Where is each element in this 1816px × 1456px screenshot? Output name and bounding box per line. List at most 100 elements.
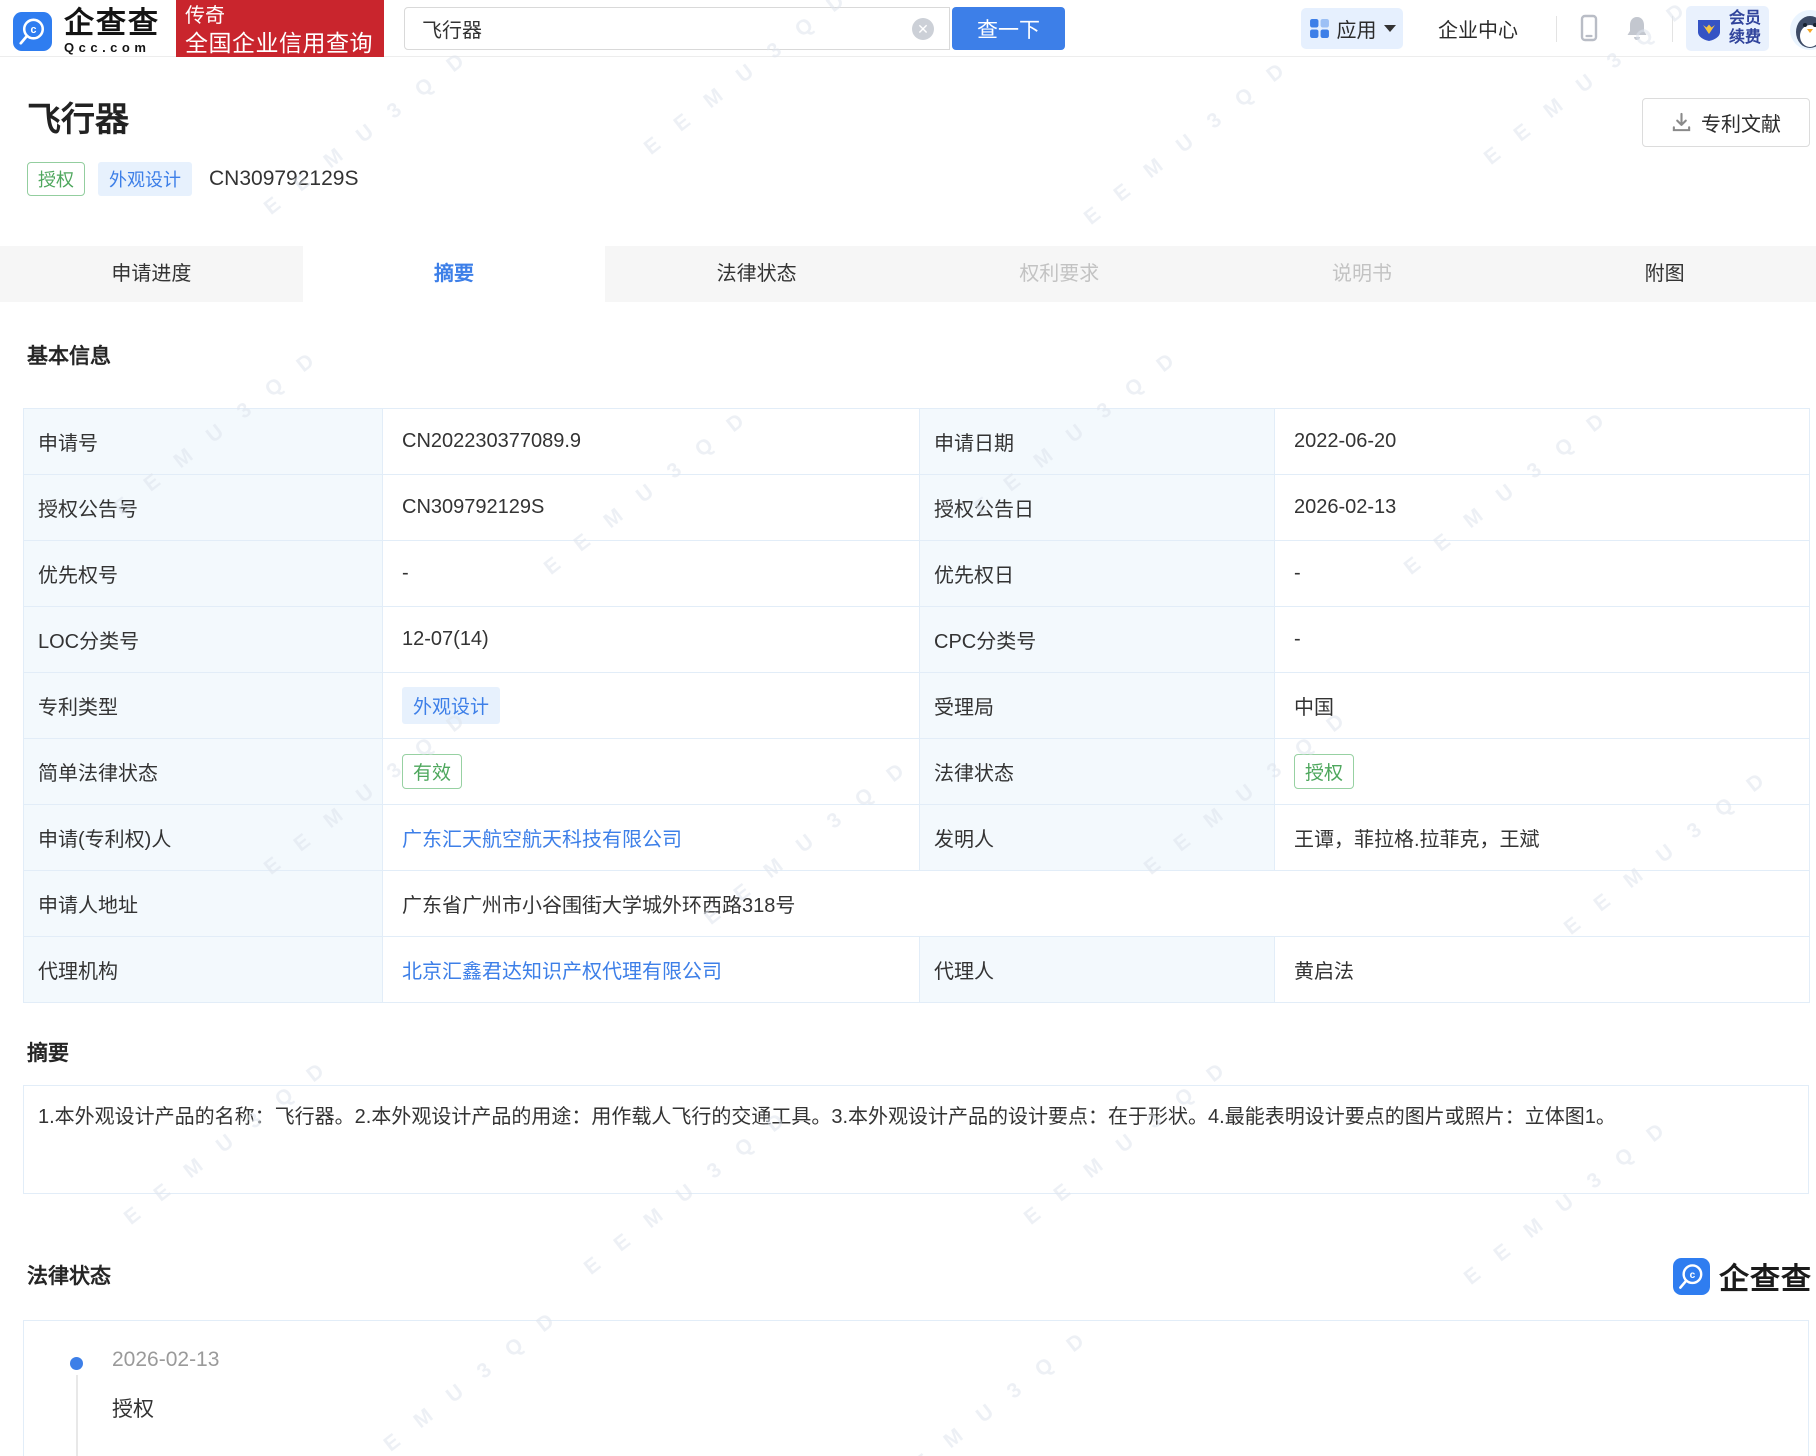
tab-application-progress[interactable]: 申请进度 [0,246,303,302]
search-input[interactable] [404,7,950,50]
patent-type-tag[interactable]: 外观设计 [402,687,500,724]
table-row: 申请(专利权)人 广东汇天航空航天科技有限公司 发明人 王谭，菲拉格.拉菲克，王… [24,805,1810,871]
field-label: 优先权号 [24,541,383,607]
table-row: 简单法律状态 有效 法律状态 授权 [24,739,1810,805]
timeline-date: 2026-02-13 [112,1348,219,1372]
field-label: 授权公告号 [24,475,383,541]
agency-link[interactable]: 北京汇鑫君达知识产权代理有限公司 [402,961,722,983]
legal-status-heading: 法律状态 [27,1260,111,1290]
field-value: 中国 [1275,673,1810,739]
tab-drawings[interactable]: 附图 [1513,246,1816,302]
field-label: 法律状态 [920,739,1275,805]
field-value: 12-07(14) [383,607,920,673]
field-label: 申请(专利权)人 [24,805,383,871]
title-badges: 授权 外观设计 CN309792129S [27,162,358,196]
brand-text: 企查查 Qcc.com [64,9,160,54]
publication-number: CN309792129S [209,167,358,191]
divider [1556,16,1557,42]
field-value: CN202230377089.9 [383,409,920,475]
table-row: 专利类型 外观设计 受理局 中国 [24,673,1810,739]
basic-info-table: 申请号 CN202230377089.9 申请日期 2022-06-20 授权公… [23,408,1810,1003]
field-label: LOC分类号 [24,607,383,673]
field-label: 受理局 [920,673,1275,739]
table-row: 申请号 CN202230377089.9 申请日期 2022-06-20 [24,409,1810,475]
download-button-label: 专利文献 [1701,108,1781,137]
tab-claims: 权利要求 [908,246,1211,302]
qcc-brand-label: 企查查 [1719,1254,1812,1298]
legal-status-tag: 授权 [1294,754,1354,789]
svg-text:c: c [30,24,36,36]
abstract-text: 1.本外观设计产品的名称：飞行器。2.本外观设计产品的用途：用作载人飞行的交通工… [23,1085,1809,1194]
tab-bar: 申请进度 摘要 法律状态 权利要求 说明书 附图 [0,246,1816,302]
field-label: CPC分类号 [920,607,1275,673]
clear-search-icon[interactable]: ✕ [912,18,934,40]
mobile-app-icon[interactable] [1574,13,1604,48]
applicant-link[interactable]: 广东汇天航空航天科技有限公司 [402,829,682,851]
enterprise-center-link[interactable]: 企业中心 [1438,14,1518,43]
field-label: 授权公告日 [920,475,1275,541]
field-value: 2026-02-13 [1275,475,1810,541]
chevron-down-icon [1384,25,1396,32]
field-value: - [1275,607,1810,673]
qcc-logo[interactable]: c 企查查 Qcc.com [13,9,160,54]
brand-name-cn: 企查查 [64,9,160,39]
field-value: 广东省广州市小谷围街大学城外环西路318号 [383,871,1810,937]
top-header: c 企查查 Qcc.com 传奇 全国企业信用查询 ✕ 查一下 应用 [0,0,1816,57]
qcc-logo-icon: c [13,12,52,51]
field-label: 申请人地址 [24,871,383,937]
tab-legal-status[interactable]: 法律状态 [605,246,908,302]
field-label: 申请日期 [920,409,1275,475]
basic-info-heading: 基本信息 [27,340,111,370]
patent-document-download-button[interactable]: 专利文献 [1642,98,1810,147]
field-value: 王谭，菲拉格.拉菲克，王斌 [1275,805,1810,871]
qcc-watermark-brand: c 企查查 [1673,1254,1812,1298]
legal-status-timeline: 2026-02-13 授权 [23,1320,1809,1456]
field-value: CN309792129S [383,475,920,541]
promo-line2: 全国企业信用查询 [185,29,375,57]
abstract-heading: 摘要 [27,1037,69,1067]
field-value: - [383,541,920,607]
table-row: 代理机构 北京汇鑫君达知识产权代理有限公司 代理人 黄启法 [24,937,1810,1003]
field-label: 优先权日 [920,541,1275,607]
field-value: 2022-06-20 [1275,409,1810,475]
notifications-bell-icon[interactable] [1622,13,1652,48]
search-bar: ✕ 查一下 [404,7,1065,50]
table-row: 授权公告号 CN309792129S 授权公告日 2026-02-13 [24,475,1810,541]
apps-label: 应用 [1337,14,1377,43]
timeline-status: 授权 [112,1393,154,1423]
svg-text:c: c [1690,1269,1696,1280]
divider [1672,16,1673,42]
table-row: LOC分类号 12-07(14) CPC分类号 - [24,607,1810,673]
apps-menu[interactable]: 应用 [1301,8,1403,49]
apps-grid-icon [1309,18,1330,39]
watermark-text: E E M U 3 Q D [1080,54,1296,230]
field-label: 代理人 [920,937,1275,1003]
field-label: 申请号 [24,409,383,475]
promo-line1: 传奇 [185,4,375,29]
tab-abstract[interactable]: 摘要 [303,246,606,302]
field-label: 专利类型 [24,673,383,739]
status-badge: 授权 [27,162,85,196]
table-row: 优先权号 - 优先权日 - [24,541,1810,607]
qcc-logo-icon: c [1673,1258,1710,1295]
mascot-avatar[interactable] [1788,8,1816,57]
field-value: - [1275,541,1810,607]
patent-type-badge[interactable]: 外观设计 [98,162,192,196]
search-button[interactable]: 查一下 [952,7,1065,50]
field-label: 代理机构 [24,937,383,1003]
brand-name-en: Qcc.com [64,41,160,54]
page-title: 飞行器 [27,92,129,141]
vip-label: 会员 续费 [1729,10,1761,47]
field-value: 黄启法 [1275,937,1810,1003]
field-label: 简单法律状态 [24,739,383,805]
download-icon [1671,112,1692,133]
simple-legal-status-tag: 有效 [402,754,462,789]
table-row: 申请人地址 广东省广州市小谷围街大学城外环西路318号 [24,871,1810,937]
timeline-line [76,1375,78,1456]
vip-renew-button[interactable]: 会员 续费 [1686,6,1769,51]
field-label: 发明人 [920,805,1275,871]
tab-description: 说明书 [1211,246,1514,302]
patent-detail-page: c 企查查 Qcc.com 传奇 全国企业信用查询 ✕ 查一下 应用 [0,0,1816,1456]
promo-banner: 传奇 全国企业信用查询 [176,0,384,57]
vip-crown-icon [1694,14,1724,44]
